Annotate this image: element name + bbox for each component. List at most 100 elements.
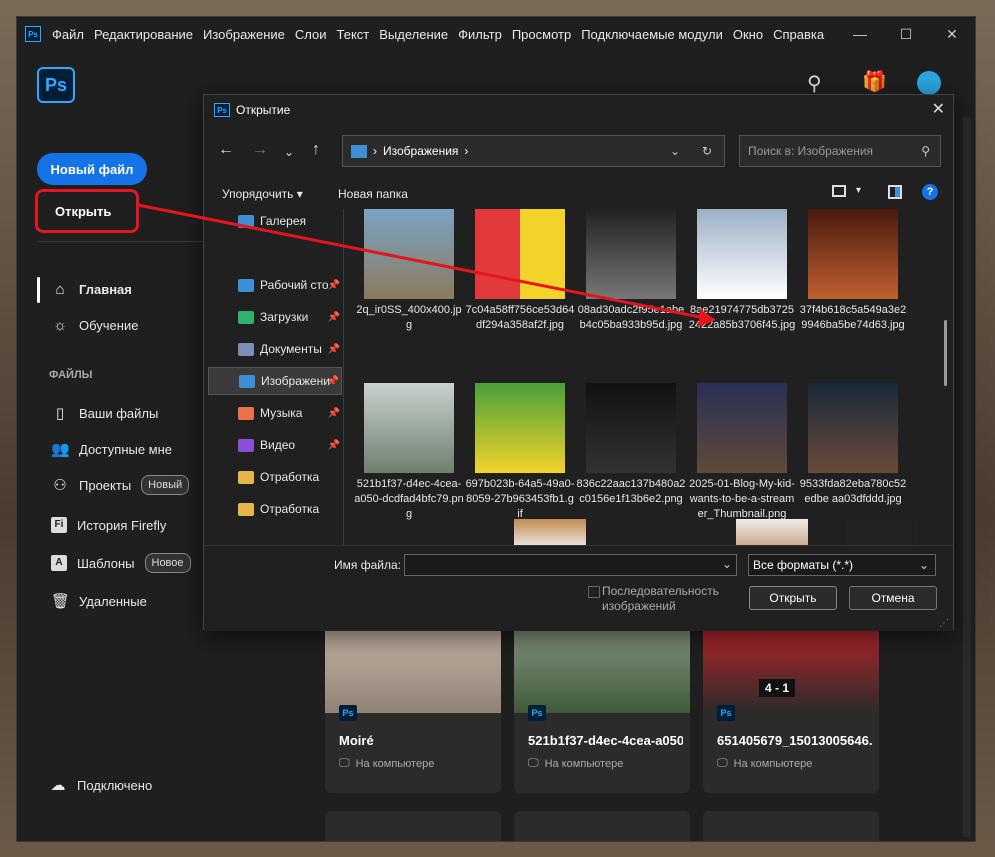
help-icon[interactable]: ? <box>922 184 938 200</box>
tree-item[interactable]: Отработка <box>208 495 342 523</box>
recent-locations-icon[interactable]: ⌄ <box>284 145 294 159</box>
menu-item[interactable]: Фильтр <box>453 27 507 42</box>
menu-item[interactable]: Выделение <box>374 27 453 42</box>
scrollbar[interactable] <box>963 117 971 837</box>
file-item[interactable]: 697b023b-64a5-49a0-8059-27b963453fb1.gif <box>465 383 575 522</box>
menu-item[interactable]: Файл <box>47 27 89 42</box>
recent-card[interactable]: Ps Moiré 🖵 На компьютере <box>325 623 501 793</box>
file-item[interactable]: 9533fda82eba780c52edbe aa03dfddd.jpg <box>798 383 908 507</box>
nav-projects[interactable]: ⚇ Проекты Новый <box>51 473 190 497</box>
search-icon[interactable]: ⚲ <box>807 71 822 96</box>
file-item[interactable]: 7c04a58ff756ce53d64df294a358af2f.jpg <box>465 209 575 333</box>
tree-item[interactable]: Документы 📌 <box>208 335 342 363</box>
tree-item[interactable]: Загрузки 📌 <box>208 303 342 331</box>
recent-card[interactable] <box>514 811 690 841</box>
nav-templates[interactable]: A Шаблоны Новое <box>51 551 191 575</box>
open-dialog: Ps Открытие ✕ ← → ⌄ ↑ › Изображения › ⌄ … <box>203 94 954 631</box>
open-file-button[interactable]: Открыть <box>749 586 837 610</box>
active-indicator <box>37 277 40 303</box>
search-input[interactable]: Поиск в: Изображения ⚲ <box>739 135 941 167</box>
nav-learn[interactable]: ☼ Обучение <box>51 313 138 337</box>
resize-grip-icon[interactable]: ⋰ <box>939 618 949 629</box>
minimize-icon[interactable]: — <box>837 17 883 51</box>
search-icon: ⚲ <box>921 144 930 158</box>
tree-item[interactable]: Видео 📌 <box>208 431 342 459</box>
menu-item[interactable]: Редактирование <box>89 27 198 42</box>
menu-item[interactable]: Подключаемые модули <box>576 27 728 42</box>
filename-input[interactable]: ⌄ <box>404 554 737 576</box>
nav-home[interactable]: ⌂ Главная <box>51 277 131 301</box>
organize-button[interactable]: Упорядочить ▾ <box>222 187 303 201</box>
menu-item[interactable]: Справка <box>768 27 829 42</box>
preview-pane-icon[interactable] <box>888 185 902 199</box>
menu-item[interactable]: Просмотр <box>507 27 576 42</box>
file-thumbnail[interactable] <box>736 519 808 545</box>
file-name: 8ae21974775db37252422a85b3706f45.jpg <box>688 304 796 331</box>
scrollbar[interactable] <box>944 320 947 386</box>
file-item[interactable]: 521b1f37-d4ec-4cea-a050-dcdfad4bfc79.png <box>354 383 464 522</box>
nav-shared-label: Доступные мне <box>79 441 173 457</box>
cancel-button[interactable]: Отмена <box>849 586 937 610</box>
file-thumbnail <box>475 383 565 473</box>
new-file-button[interactable]: Новый файл <box>37 153 147 185</box>
up-icon[interactable]: ↑ <box>312 141 320 159</box>
recent-card[interactable]: Ps 521b1f37-d4ec-4cea-a050... 🖵 На компью… <box>514 623 690 793</box>
gift-icon[interactable]: 🎁 <box>862 69 887 94</box>
file-thumbnail[interactable] <box>846 519 918 545</box>
nav-firefly[interactable]: Fi История Firefly <box>51 513 166 537</box>
new-folder-button[interactable]: Новая папка <box>338 187 408 201</box>
close-window-icon[interactable]: ✕ <box>929 17 975 51</box>
file-thumbnail <box>808 383 898 473</box>
sequence-checkbox[interactable] <box>588 586 600 598</box>
back-icon[interactable]: ← <box>218 141 234 159</box>
file-item[interactable]: 2025-01-Blog-My-kid-wants-to-be-a-stream… <box>687 383 797 522</box>
file-name: 08ad30adc2f95e1abeb4c05ba933b95d.jpg <box>577 304 685 331</box>
computer-icon: 🖵 <box>717 757 728 769</box>
menu-item[interactable]: Изображение <box>198 27 290 42</box>
file-thumbnail[interactable] <box>514 519 586 545</box>
tree-item[interactable]: Отработка <box>208 463 342 491</box>
templates-icon: A <box>51 555 67 571</box>
card-name: 651405679_15013005646... <box>717 733 872 748</box>
recent-card[interactable]: 4 - 1 Ps 651405679_15013005646... 🖵 На ко… <box>703 623 879 793</box>
nav-your-files[interactable]: ▯ Ваши файлы <box>51 401 158 425</box>
home-icon: ⌂ <box>55 280 65 298</box>
nav-deleted[interactable]: 🗑 Удаленные <box>51 589 147 613</box>
maximize-icon[interactable]: ☐ <box>883 17 929 51</box>
forward-icon[interactable]: → <box>252 141 268 159</box>
avatar[interactable] <box>917 71 941 95</box>
nav-firefly-label: История Firefly <box>77 517 167 533</box>
file-item[interactable]: 836c22aac137b480a2c0156e1f13b6e2.png <box>576 383 686 507</box>
tree-item[interactable]: Галерея <box>208 209 342 235</box>
recent-card[interactable] <box>703 811 879 841</box>
nav-shared[interactable]: 👥 Доступные мне <box>51 437 172 461</box>
menu-item[interactable]: Окно <box>728 27 768 42</box>
tree-item[interactable]: Музыка 📌 <box>208 399 342 427</box>
recent-card[interactable] <box>325 811 501 841</box>
address-bar[interactable]: › Изображения › ⌄ ↻ <box>342 135 725 167</box>
close-icon[interactable]: ✕ <box>932 99 945 119</box>
file-item[interactable]: 8ae21974775db37252422a85b3706f45.jpg <box>687 209 797 333</box>
chevron-down-icon[interactable]: ⌄ <box>722 557 732 571</box>
card-thumbnail <box>325 623 501 713</box>
file-name: 2q_ir0SS_400x400.jpg <box>356 304 462 331</box>
chevron-right-icon: › <box>464 144 469 158</box>
view-icon[interactable] <box>832 185 846 197</box>
file-item[interactable]: 08ad30adc2f95e1abeb4c05ba933b95d.jpg <box>576 209 686 333</box>
file-item[interactable]: 37f4b618c5a549a3e29946ba5be74d63.jpg <box>798 209 908 333</box>
chevron-down-icon[interactable]: ▾ <box>856 185 861 196</box>
organize-label: Упорядочить <box>222 187 294 201</box>
nav-your-files-label: Ваши файлы <box>79 405 159 421</box>
filetype-select[interactable]: Все форматы (*.*) ⌄ <box>748 554 936 576</box>
tree-item[interactable]: Рабочий сто 📌 <box>208 271 342 299</box>
refresh-icon[interactable]: ↻ <box>702 144 712 158</box>
divider <box>37 241 217 242</box>
menu-item[interactable]: Текст <box>332 27 375 42</box>
file-list: 2q_ir0SS_400x400.jpg 7c04a58ff756ce53d64d… <box>354 209 944 545</box>
navigation-pane: Галерея Рабочий сто 📌 Загрузки 📌 Документы 📌 Из… <box>204 209 344 545</box>
file-item[interactable]: 2q_ir0SS_400x400.jpg <box>354 209 464 333</box>
tree-item[interactable]: Изображени 📌 <box>208 367 342 395</box>
chevron-down-icon[interactable]: ⌄ <box>670 144 680 158</box>
menu-item[interactable]: Слои <box>290 27 332 42</box>
file-name: 9533fda82eba780c52edbe aa03dfddd.jpg <box>799 478 907 505</box>
